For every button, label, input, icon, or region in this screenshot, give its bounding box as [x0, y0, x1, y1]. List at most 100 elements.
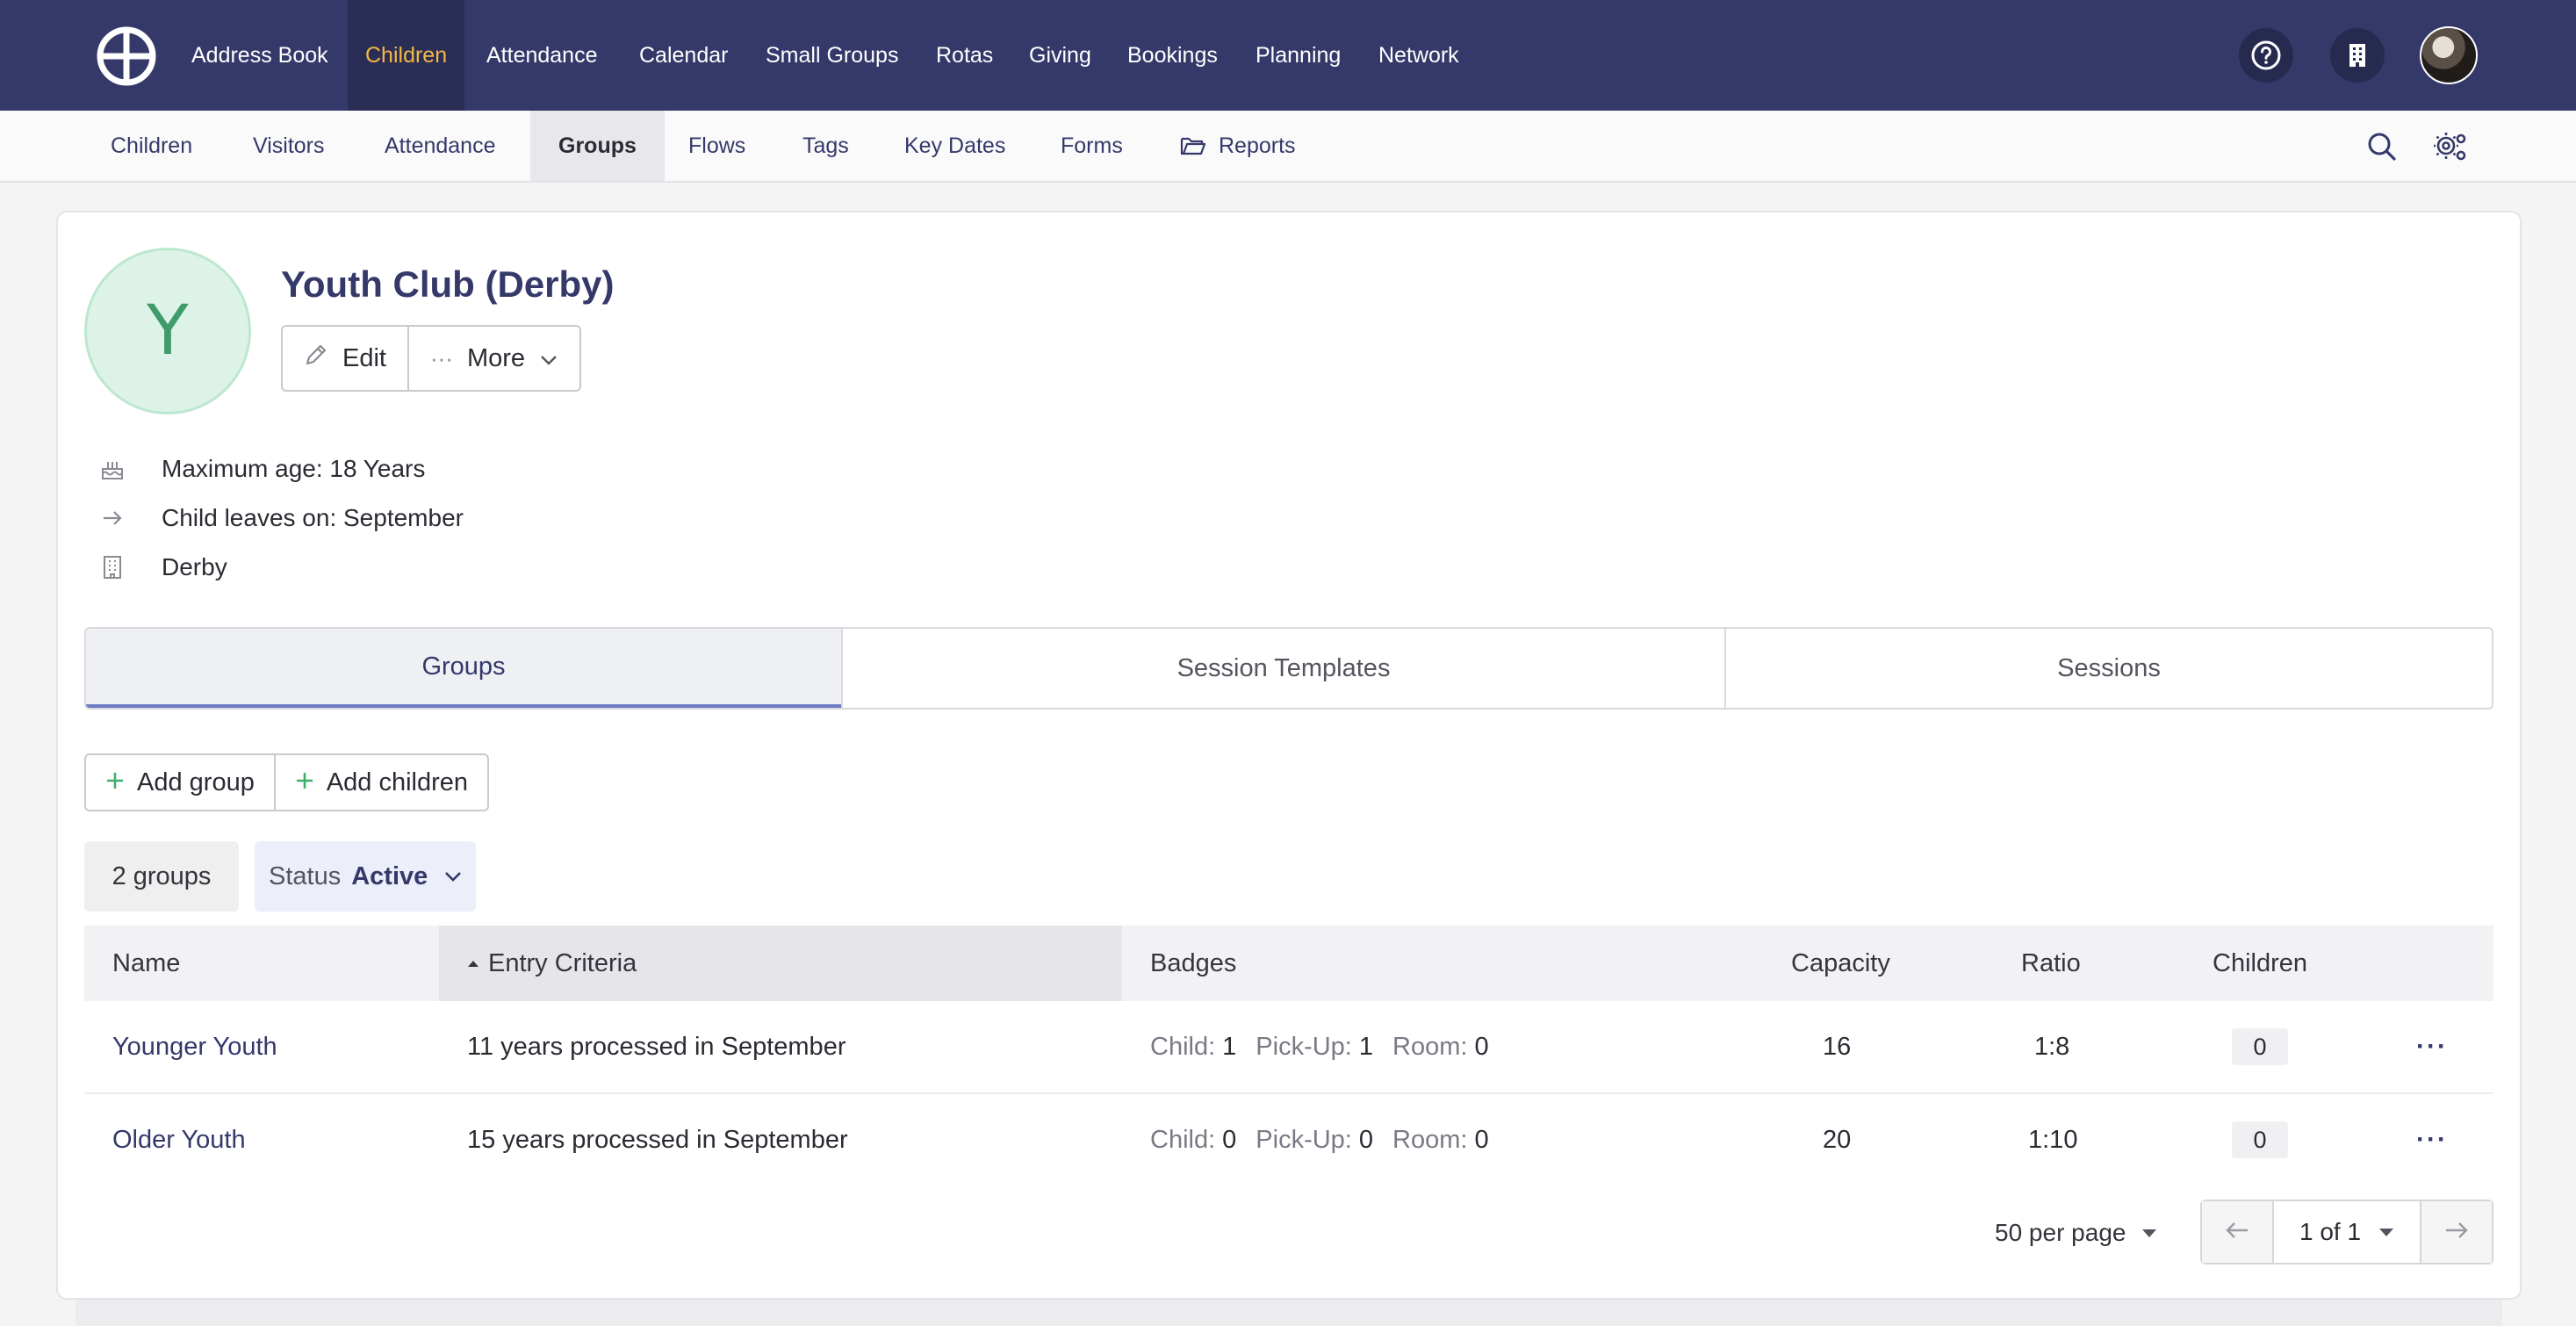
help-icon[interactable] [2239, 28, 2293, 83]
group-tabs: Groups Session Templates Sessions [84, 627, 2493, 710]
nav-network[interactable]: Network [1361, 0, 1477, 111]
group-actions: Edit ··· More [281, 325, 582, 392]
badge-pickup-value: 0 [1358, 1125, 1374, 1154]
col-ratio[interactable]: Ratio [2021, 926, 2081, 1001]
group-name-link[interactable]: Older Youth [112, 1094, 246, 1185]
table-header: Name Entry Criteria Badges Capacity Rati… [84, 926, 2493, 1001]
site-row: Derby [98, 548, 227, 587]
badge-room-value: 0 [1474, 1125, 1489, 1154]
badges-cell: Child: 0 Pick-Up: 0 Room: 0 [1150, 1094, 1508, 1185]
add-children-label: Add children [326, 767, 469, 796]
children-count-cell: 0 [2232, 1001, 2288, 1092]
caret-down-icon [2141, 1228, 2157, 1238]
col-name[interactable]: Name [84, 926, 439, 1001]
subnav-reports-label: Reports [1219, 133, 1296, 158]
building-icon [98, 553, 126, 581]
arrow-right-icon [98, 504, 126, 532]
nav-giving[interactable]: Giving [1011, 0, 1109, 111]
more-button[interactable]: ··· More [407, 327, 579, 390]
subnav-key-dates[interactable]: Key Dates [876, 111, 1033, 181]
chevron-down-icon [539, 344, 558, 373]
entry-criteria-cell: 11 years processed in September [467, 1032, 846, 1061]
subnav-attendance[interactable]: Attendance [356, 111, 524, 181]
add-children-button[interactable]: Add children [273, 755, 487, 810]
nav-attendance[interactable]: Attendance [469, 0, 615, 111]
prev-page-button[interactable] [2202, 1201, 2272, 1263]
subnav-visitors[interactable]: Visitors [225, 111, 353, 181]
children-count-badge[interactable]: 0 [2232, 1028, 2288, 1065]
children-count-cell: 0 [2232, 1094, 2288, 1185]
user-avatar[interactable] [2420, 26, 2478, 84]
folder-open-icon [1180, 135, 1206, 156]
card-footer-strip [76, 1300, 2502, 1326]
per-page-select[interactable]: 50 per page [1995, 1212, 2157, 1254]
add-group-button[interactable]: Add group [86, 755, 274, 810]
search-icon[interactable] [2364, 128, 2400, 165]
plus-icon [295, 768, 314, 797]
badge-child-label: Child: [1150, 1125, 1216, 1154]
row-menu-icon[interactable]: ··· [2416, 1094, 2448, 1185]
nav-bookings[interactable]: Bookings [1110, 0, 1235, 111]
list-actions: Add group Add children [84, 753, 490, 811]
col-entry-criteria[interactable]: Entry Criteria [439, 926, 1122, 1001]
badge-pickup-label: Pick-Up: [1256, 1125, 1352, 1154]
edit-button[interactable]: Edit [283, 327, 407, 390]
col-badges: Badges [1150, 948, 1237, 977]
entry-criteria-cell: 15 years processed in September [467, 1125, 848, 1154]
page-select[interactable]: 1 of 1 [2272, 1201, 2421, 1263]
subnav-tags[interactable]: Tags [774, 111, 877, 181]
nav-children[interactable]: Children [348, 0, 465, 111]
group-name-link[interactable]: Younger Youth [112, 1001, 277, 1092]
next-page-button[interactable] [2421, 1201, 2492, 1263]
pagination: 1 of 1 [2200, 1200, 2493, 1265]
sub-navigation: Children Visitors Attendance Groups Flow… [0, 111, 2576, 183]
leaves-on-text: Child leaves on: September [162, 504, 464, 531]
building-icon[interactable] [2330, 28, 2385, 83]
more-button-label: More [466, 343, 526, 372]
chevron-down-icon [443, 870, 463, 883]
nav-rotas[interactable]: Rotas [918, 0, 1011, 111]
ellipsis-icon: ··· [429, 344, 453, 371]
top-navigation: Address Book Children Attendance Calenda… [0, 0, 2576, 111]
table-row: Younger Youth 11 years processed in Sept… [84, 1001, 2493, 1094]
status-filter[interactable]: Status Active [255, 841, 476, 912]
row-menu-icon[interactable]: ··· [2416, 1001, 2448, 1092]
badge-pickup-label: Pick-Up: [1256, 1032, 1352, 1061]
badge-room-value: 0 [1474, 1032, 1489, 1061]
pencil-icon [304, 342, 328, 374]
badge-child-value: 0 [1222, 1125, 1237, 1154]
subnav-flows[interactable]: Flows [660, 111, 774, 181]
page-indicator: 1 of 1 [2299, 1218, 2362, 1245]
arrow-left-icon [2224, 1220, 2250, 1245]
badge-child-value: 1 [1222, 1032, 1237, 1061]
app-logo-icon[interactable] [97, 26, 156, 86]
badge-pickup-value: 1 [1358, 1032, 1374, 1061]
cake-icon [98, 455, 126, 483]
group-avatar: Y [84, 248, 251, 414]
children-count-badge[interactable]: 0 [2232, 1121, 2288, 1158]
table-row: Older Youth 15 years processed in Septem… [84, 1094, 2493, 1187]
badge-room-label: Room: [1392, 1125, 1468, 1154]
nav-small-groups[interactable]: Small Groups [748, 0, 916, 111]
capacity-cell: 20 [1823, 1125, 1852, 1154]
nav-calendar[interactable]: Calendar [622, 0, 745, 111]
subnav-groups[interactable]: Groups [530, 111, 665, 181]
max-age-text: Maximum age: 18 Years [162, 455, 426, 482]
tab-sessions[interactable]: Sessions [1724, 629, 2492, 708]
plus-icon [105, 768, 125, 797]
status-filter-label: Status [269, 861, 342, 890]
max-age-row: Maximum age: 18 Years [98, 450, 425, 488]
subnav-forms[interactable]: Forms [1033, 111, 1151, 181]
col-children[interactable]: Children [2213, 926, 2307, 1001]
col-capacity[interactable]: Capacity [1791, 926, 1890, 1001]
tab-session-templates[interactable]: Session Templates [841, 629, 1724, 708]
per-page-value: 50 per page [1995, 1219, 2126, 1246]
nav-address-book[interactable]: Address Book [174, 0, 346, 111]
ratio-cell: 1:8 [2034, 1032, 2070, 1061]
edit-button-label: Edit [342, 343, 386, 372]
subnav-reports[interactable]: Reports [1152, 111, 1324, 181]
settings-icon[interactable] [2432, 128, 2469, 165]
subnav-children[interactable]: Children [83, 111, 220, 181]
tab-groups[interactable]: Groups [86, 629, 841, 708]
nav-planning[interactable]: Planning [1238, 0, 1358, 111]
